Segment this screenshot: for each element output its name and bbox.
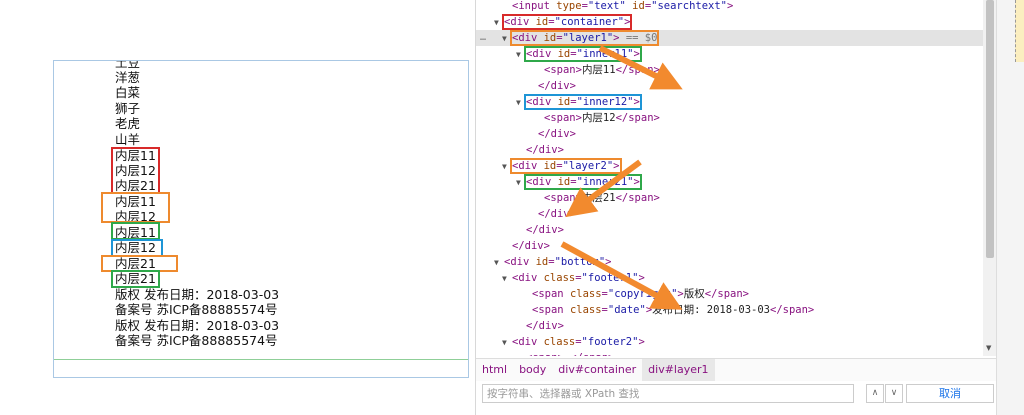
dom-node[interactable]: ▼ <div id="bottom"> — [476, 254, 983, 270]
dom-node[interactable]: ▶<span>…</span> — [476, 350, 983, 356]
dom-node[interactable]: <input type="text" id="searchtext"> — [476, 0, 983, 14]
side-mark — [1015, 0, 1024, 62]
collapsed-triangle-icon[interactable]: ▶ — [516, 351, 526, 356]
search-row: 按字符串、选择器或 XPath 查找 ∧ ∨ 取消 — [476, 381, 997, 407]
preview-line: 狮子 — [115, 101, 141, 116]
devtools-panel: <input type="text" id="searchtext"> ▼ <div… — [475, 0, 997, 415]
divider — [54, 359, 468, 360]
dom-node-highlight: <div id="inner11"> — [524, 46, 642, 62]
search-prev-button[interactable]: ∧ — [866, 384, 884, 403]
expand-triangle-icon[interactable]: ▼ — [494, 255, 504, 271]
dom-node-highlight: <div id="inner21"> — [524, 174, 642, 190]
dom-node[interactable]: </div> — [476, 318, 983, 334]
dom-node[interactable]: <span>内层11</span> — [476, 62, 983, 78]
breadcrumb-item-html[interactable]: html — [476, 359, 513, 381]
dom-node[interactable]: ▼ <div id="container"> — [476, 14, 983, 30]
preview-line: 山羊 — [115, 132, 141, 147]
cancel-button[interactable]: 取消 — [906, 384, 994, 403]
preview-line: 老虎 — [115, 116, 141, 131]
dom-node-highlight: <div id="inner12"> — [524, 94, 642, 110]
search-input[interactable]: 按字符串、选择器或 XPath 查找 — [482, 384, 854, 403]
preview-line: 备案号 苏ICP备88885574号 — [115, 302, 278, 317]
dom-node[interactable]: </div> — [476, 222, 983, 238]
expand-triangle-icon[interactable]: ▼ — [516, 95, 526, 111]
dom-node[interactable]: ▼ <div class="footer2"> — [476, 334, 983, 350]
dom-node-highlight: <div id="layer1"> == $0 — [509, 30, 660, 46]
dom-node[interactable]: </div> — [476, 142, 983, 158]
preview-line: 洋葱 — [115, 70, 141, 85]
search-next-button[interactable]: ∨ — [885, 384, 903, 403]
highlight-container-red — [111, 147, 160, 194]
dom-node[interactable]: ▼ <div id="inner21"> — [476, 174, 983, 190]
dom-node[interactable]: </div> — [476, 206, 983, 222]
side-strip — [996, 0, 1024, 415]
scrollbar-thumb[interactable] — [986, 0, 994, 258]
preview-line: 版权 发布日期：2018-03-03 — [115, 318, 280, 333]
dom-node[interactable]: <span>内层21</span> — [476, 190, 983, 206]
highlight-layer1-orange — [101, 192, 170, 223]
breadcrumb: html body div#container div#layer1 — [476, 358, 997, 382]
preview-line: 白菜 — [115, 85, 141, 100]
expand-triangle-icon[interactable]: ▼ — [502, 271, 512, 287]
expand-triangle-icon[interactable]: ▼ — [494, 15, 504, 31]
breadcrumb-item-layer1[interactable]: div#layer1 — [642, 359, 715, 381]
dom-tree: <input type="text" id="searchtext"> ▼ <div… — [476, 0, 983, 356]
scroll-down-icon[interactable]: ▼ — [986, 344, 991, 352]
ellipsis-icon[interactable]: … — [480, 30, 486, 46]
dom-node-highlight: <div id="container"> — [501, 14, 633, 30]
preview-line: 土豆 — [115, 60, 141, 70]
dom-node-highlight: <div id="layer2"> — [510, 158, 622, 174]
expand-triangle-icon[interactable]: ▼ — [502, 31, 512, 47]
dom-node[interactable]: <span class="copyright">版权</span> — [476, 286, 983, 302]
dom-node[interactable]: ▼ <div id="layer1"> == $0 … — [476, 30, 983, 46]
dom-node[interactable]: <span class="date">发布日期: 2018-03-03</spa… — [476, 302, 983, 318]
expand-triangle-icon[interactable]: ▼ — [502, 335, 512, 351]
highlight-inner21-green — [111, 270, 160, 288]
dom-node[interactable]: </div> — [476, 238, 983, 254]
dom-node[interactable]: </div> — [476, 126, 983, 142]
dom-node[interactable]: <span>内层12</span> — [476, 110, 983, 126]
dom-node[interactable]: ▼ <div id="inner11"> — [476, 46, 983, 62]
dom-node[interactable]: ▼ <div id="inner12"> — [476, 94, 983, 110]
page-preview: 土豆 洋葱 白菜 狮子 老虎 山羊 内层11 内层12 内层21 内层11 内层… — [53, 60, 469, 378]
scrollbar[interactable]: ▼ — [983, 0, 997, 356]
dom-node[interactable]: ▼ <div class="footer1"> — [476, 270, 983, 286]
preview-line: 版权 发布日期：2018-03-03 — [115, 287, 280, 302]
breadcrumb-item-body[interactable]: body — [513, 359, 552, 381]
breadcrumb-item-container[interactable]: div#container — [552, 359, 642, 381]
preview-line: 备案号 苏ICP备88885574号 — [115, 333, 278, 348]
expand-triangle-icon[interactable]: ▼ — [502, 159, 512, 175]
dom-node[interactable]: ▼ <div id="layer2"> — [476, 158, 983, 174]
expand-triangle-icon[interactable]: ▼ — [516, 47, 526, 63]
dom-node[interactable]: </div> — [476, 78, 983, 94]
expand-triangle-icon[interactable]: ▼ — [516, 175, 526, 191]
highlight-inner11-green — [111, 222, 160, 240]
